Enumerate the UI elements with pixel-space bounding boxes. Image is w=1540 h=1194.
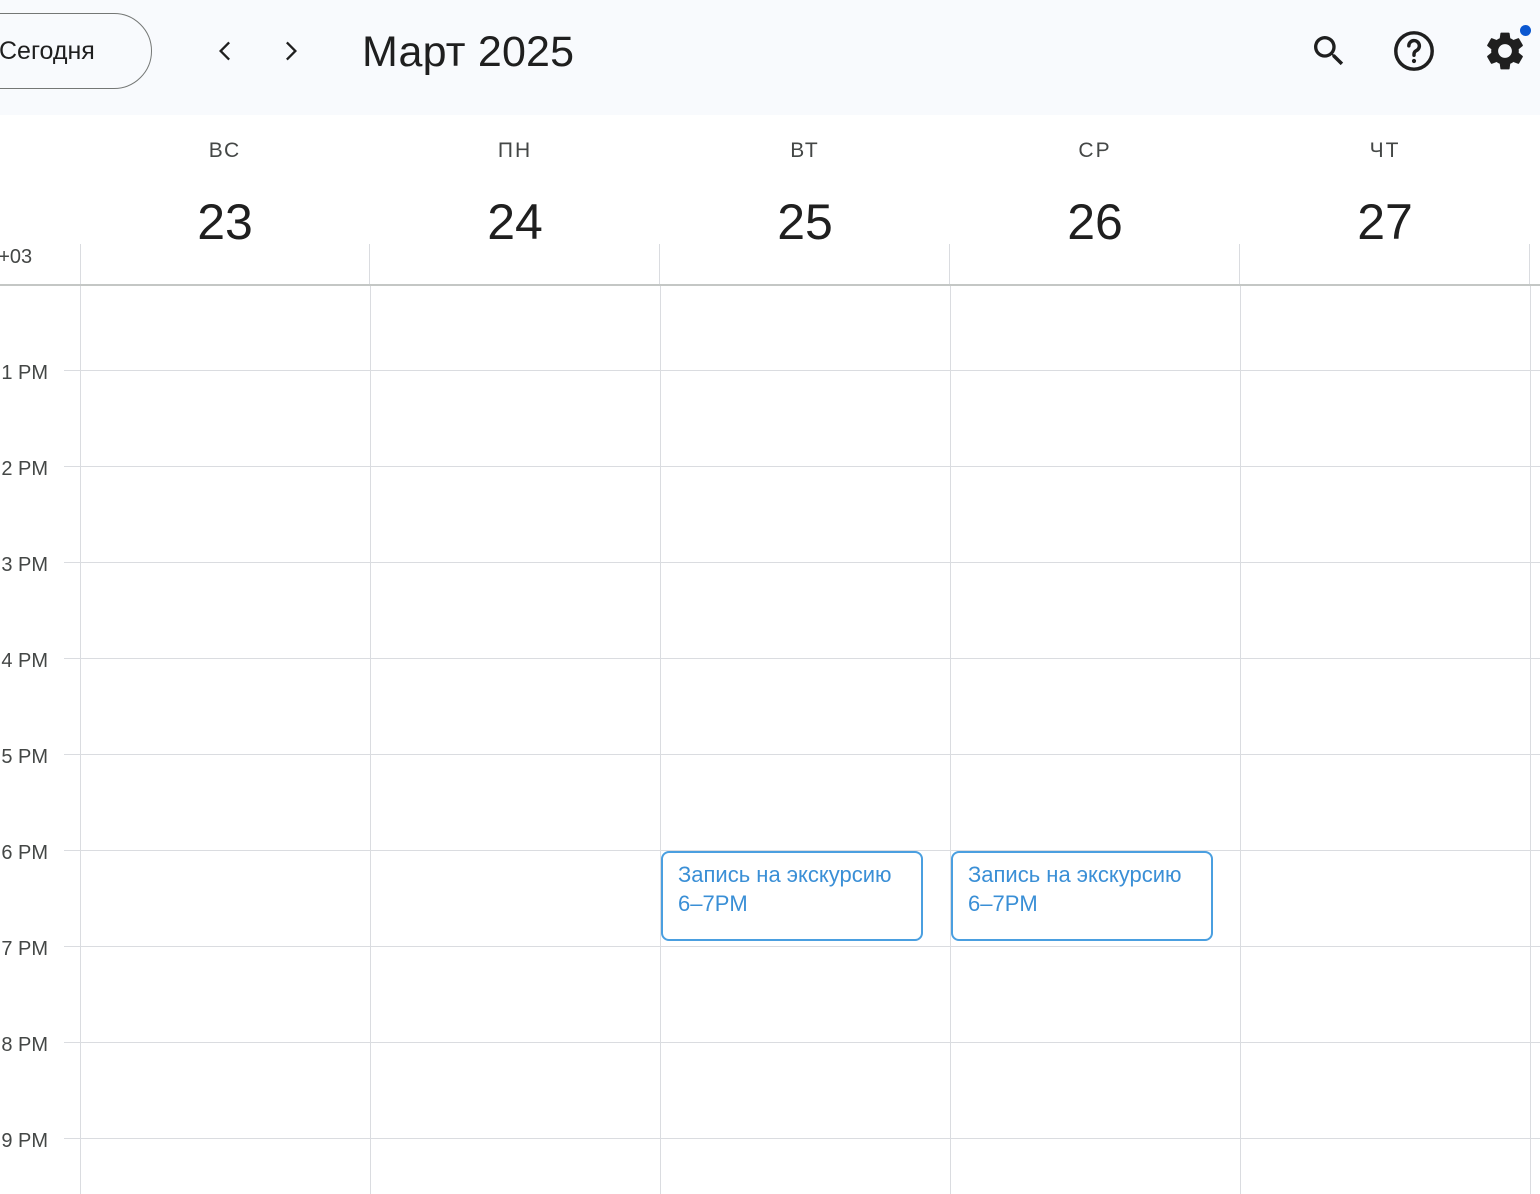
chevron-left-icon — [219, 41, 230, 61]
hour-gridline — [64, 754, 1540, 755]
header-divider — [369, 244, 370, 284]
hour-gridline — [64, 946, 1540, 947]
day-header-wed[interactable]: СР 26 — [950, 130, 1240, 250]
hour-gridline — [64, 562, 1540, 563]
day-header-sun[interactable]: ВС 23 — [80, 130, 370, 250]
header-divider — [659, 244, 660, 284]
day-number[interactable]: 27 — [1240, 194, 1530, 250]
hour-label: 8 PM — [1, 1034, 48, 1056]
event-title: Запись на экскурсию — [968, 862, 1182, 887]
hour-label: 7 PM — [1, 938, 48, 960]
week-time-grid[interactable]: 1 PM 2 PM 3 PM 4 PM 5 PM 6 PM 7 PM 8 PM … — [0, 286, 1540, 1194]
day-number[interactable]: 26 — [950, 194, 1240, 250]
previous-week-button[interactable] — [200, 25, 252, 77]
day-column-divider — [660, 286, 661, 1194]
day-number[interactable]: 25 — [660, 194, 950, 250]
hour-label: 3 PM — [1, 554, 48, 576]
day-number[interactable]: 23 — [80, 194, 370, 250]
day-column-divider — [370, 286, 371, 1194]
help-icon — [1394, 31, 1434, 71]
hour-label: 1 PM — [1, 362, 48, 384]
hour-label: 9 PM — [1, 1130, 48, 1152]
today-button[interactable]: Сегодня — [0, 13, 152, 89]
day-column-divider — [1240, 286, 1241, 1194]
hour-gridline — [64, 658, 1540, 659]
month-title: Март 2025 — [362, 28, 575, 76]
hour-gridline — [64, 466, 1540, 467]
event-title: Запись на экскурсию — [678, 862, 892, 887]
header-divider — [80, 244, 81, 284]
chevron-right-icon — [286, 41, 297, 61]
hour-label: 6 PM — [1, 842, 48, 864]
day-column-divider — [1530, 286, 1531, 1194]
day-header-tue[interactable]: ВТ 25 — [660, 130, 950, 250]
hour-gridline — [64, 1138, 1540, 1139]
hour-label: 5 PM — [1, 746, 48, 768]
event-card[interactable]: Запись на экскурсию 6–7PM — [661, 851, 923, 941]
next-week-button[interactable] — [264, 25, 316, 77]
gear-icon — [1487, 32, 1523, 70]
header-divider — [1529, 244, 1530, 284]
help-button[interactable] — [1387, 24, 1441, 78]
day-column-divider — [80, 286, 81, 1194]
day-name: СР — [1078, 139, 1112, 162]
day-number[interactable]: 24 — [370, 194, 660, 250]
header-divider — [1239, 244, 1240, 284]
timezone-label: T+03 — [0, 246, 33, 268]
event-time: 6–7PM — [968, 891, 1038, 916]
event-card[interactable]: Запись на экскурсию 6–7PM — [951, 851, 1213, 941]
day-header-thu[interactable]: ЧТ 27 — [1240, 130, 1530, 250]
day-name: ВТ — [790, 139, 820, 162]
hour-gridline — [64, 370, 1540, 371]
day-header-mon[interactable]: ПН 24 — [370, 130, 660, 250]
search-icon — [1314, 36, 1344, 66]
hour-gridline — [64, 1042, 1540, 1043]
hour-label: 2 PM — [1, 458, 48, 480]
header-divider — [949, 244, 950, 284]
day-name: ВС — [208, 139, 242, 162]
event-time: 6–7PM — [678, 891, 748, 916]
search-button[interactable] — [1302, 24, 1356, 78]
notification-dot — [1520, 25, 1531, 36]
hour-label: 4 PM — [1, 650, 48, 672]
day-name: ЧТ — [1369, 139, 1401, 162]
day-column-divider — [950, 286, 951, 1194]
day-name: ПН — [497, 139, 533, 162]
